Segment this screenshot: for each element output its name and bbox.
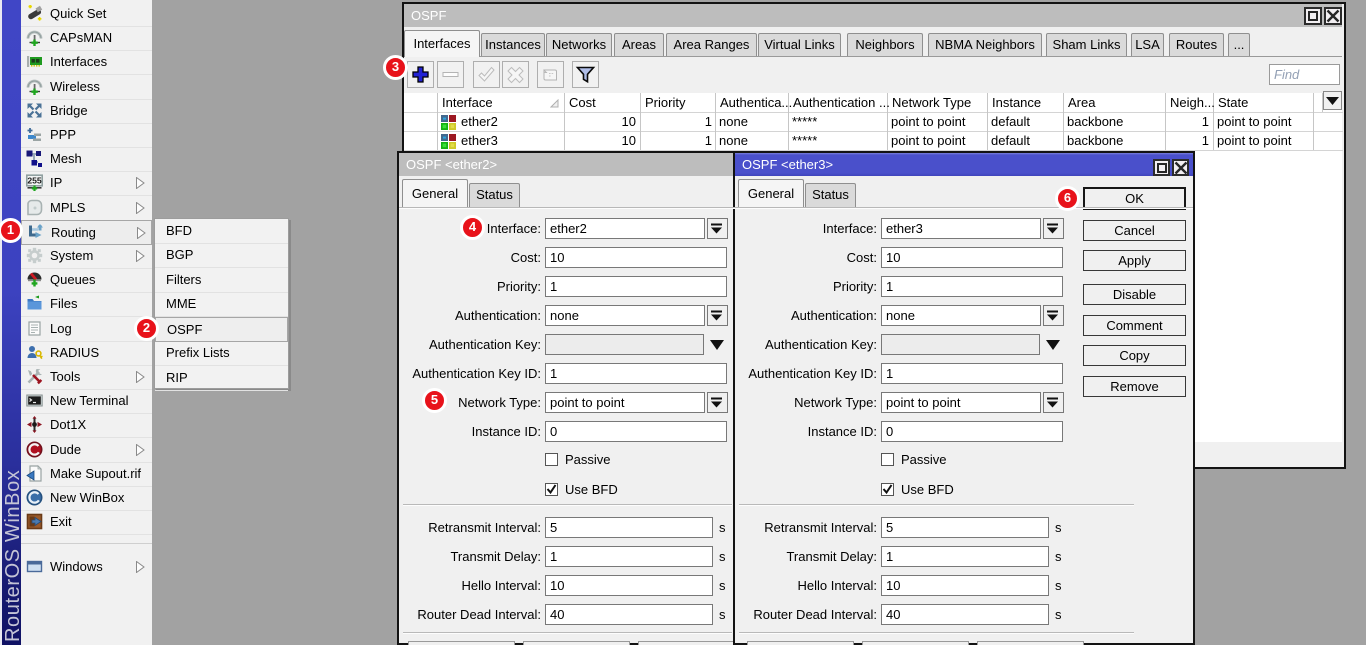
svg-text:255: 255	[27, 176, 42, 186]
